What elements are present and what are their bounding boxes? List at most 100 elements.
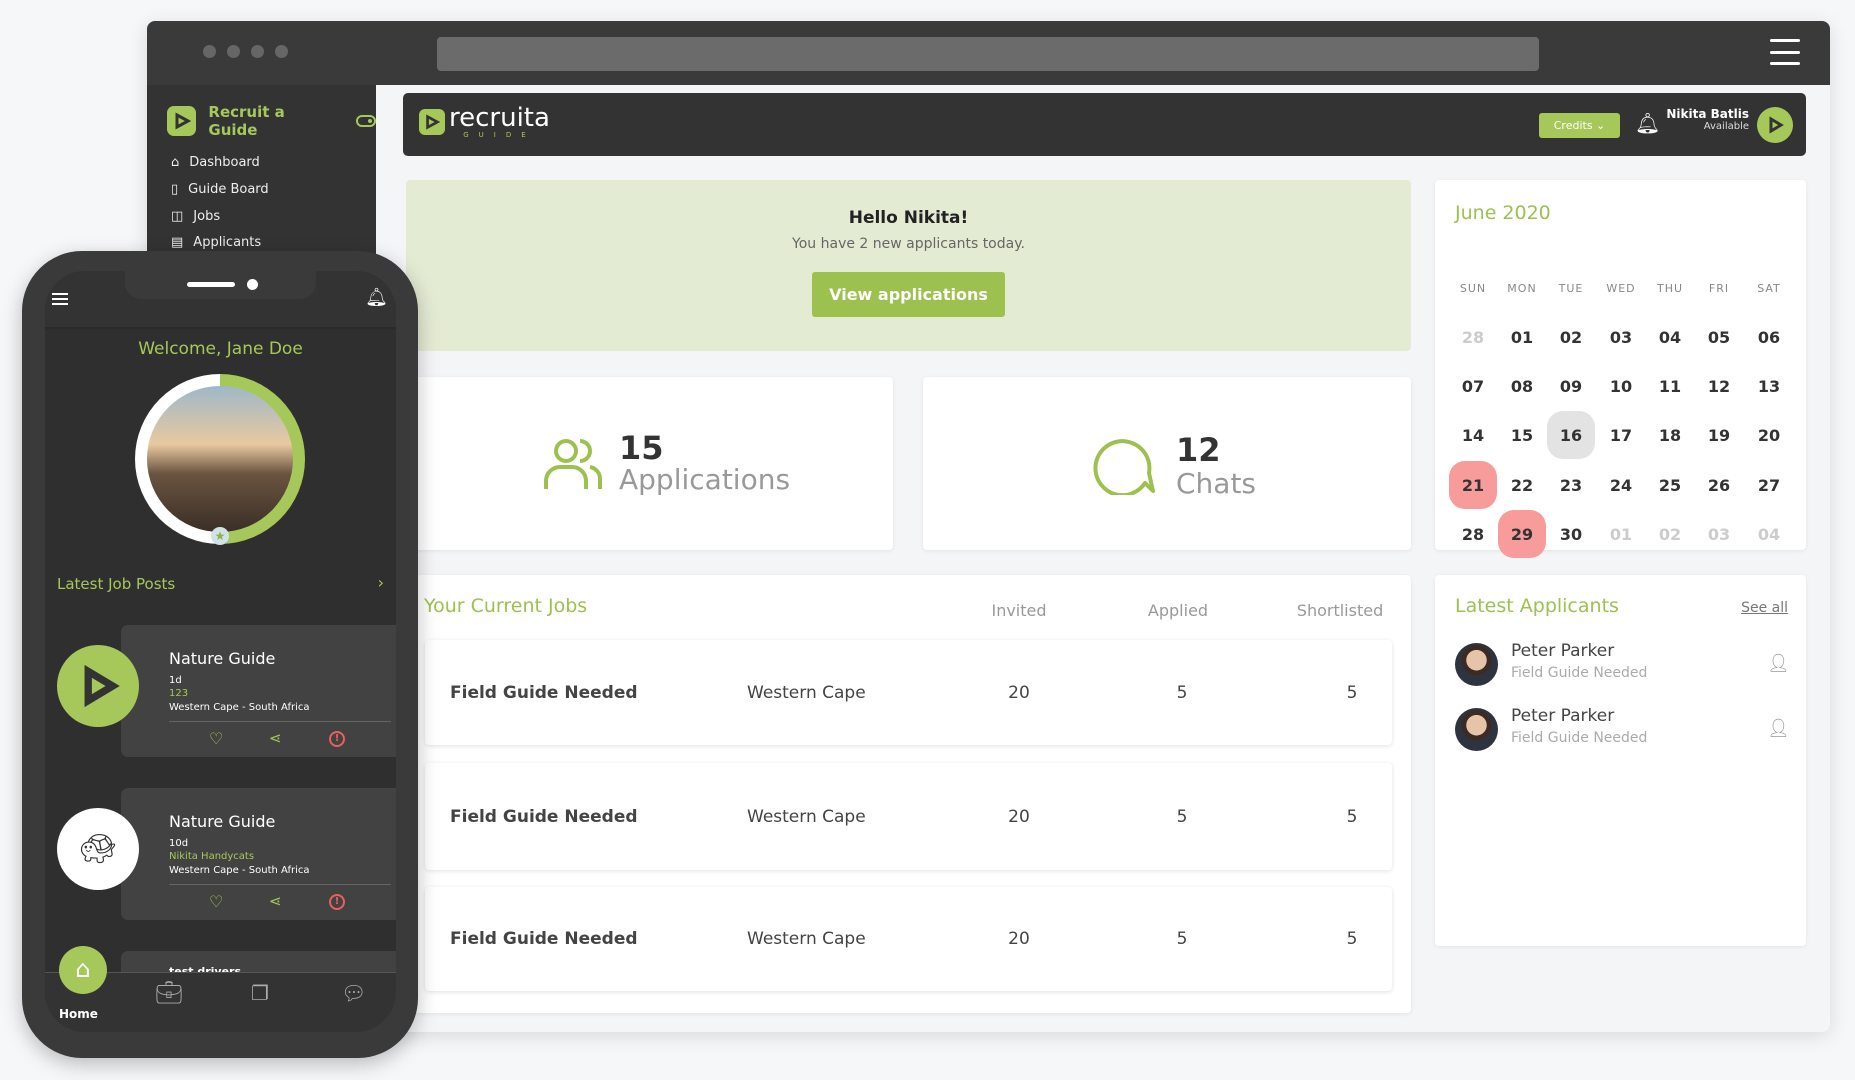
calendar-day[interactable]: 24	[1597, 461, 1645, 509]
toggle-icon[interactable]	[356, 115, 376, 127]
banner-subtitle: You have 2 new applicants today.	[792, 236, 1025, 252]
calendar-day[interactable]: 27	[1745, 461, 1793, 509]
logo-subtext: GUIDE	[463, 131, 536, 139]
applicant-item[interactable]: Peter Parker Field Guide Needed 👤︎	[1455, 641, 1790, 689]
heart-icon[interactable]: ♡	[209, 892, 223, 911]
calendar-day[interactable]: 02	[1646, 510, 1694, 558]
credits-label: Credits	[1553, 119, 1593, 132]
calendar-day[interactable]: 01	[1597, 510, 1645, 558]
calendar-day[interactable]: 05	[1695, 313, 1743, 361]
window-dot[interactable]	[227, 45, 240, 58]
report-icon[interactable]: !	[329, 731, 345, 747]
calendar-day[interactable]: 26	[1695, 461, 1743, 509]
user-info[interactable]: Nikita Batlis Available	[1663, 107, 1749, 132]
briefcase-icon: ◫	[171, 209, 184, 224]
calendar-day[interactable]: 16	[1547, 411, 1595, 459]
calendar-day[interactable]: 30	[1547, 510, 1595, 558]
calendar-day[interactable]: 19	[1695, 411, 1743, 459]
calendar-day[interactable]: 13	[1745, 362, 1793, 410]
calendar-day[interactable]: 28	[1449, 510, 1497, 558]
logo-icon	[167, 106, 197, 136]
calendar-day[interactable]: 02	[1547, 313, 1595, 361]
calendar-day[interactable]: 09	[1547, 362, 1595, 410]
heart-icon[interactable]: ♡	[209, 729, 223, 748]
hamburger-icon[interactable]	[52, 293, 68, 305]
recruita-logo[interactable]: recruita GUIDE	[419, 105, 550, 139]
sidebar-item-applicants[interactable]: ▤ Applicants	[171, 235, 261, 250]
window-dot[interactable]	[203, 45, 216, 58]
calendar-day[interactable]: 10	[1597, 362, 1645, 410]
sidebar-brand[interactable]: Recruit a Guide	[167, 103, 376, 139]
calendar-day[interactable]: 12	[1695, 362, 1743, 410]
applicant-item[interactable]: Peter Parker Field Guide Needed 👤︎	[1455, 706, 1790, 754]
calendar-day[interactable]: 23	[1547, 461, 1595, 509]
weekday-label: TUE	[1558, 282, 1584, 295]
latest-job-posts-heading[interactable]: Latest Job Posts	[57, 575, 175, 593]
address-bar[interactable]	[437, 37, 1539, 71]
profile-avatar[interactable]: ★	[135, 374, 305, 545]
weekday-label: SUN	[1459, 282, 1487, 295]
calendar-day[interactable]: 18	[1646, 411, 1694, 459]
sidebar-item-label: Guide Board	[188, 182, 269, 197]
sidebar-item-guide-board[interactable]: ▯ Guide Board	[171, 182, 269, 197]
calendar-day[interactable]: 17	[1597, 411, 1645, 459]
window-dot[interactable]	[251, 45, 264, 58]
calendar-day[interactable]: 21	[1449, 461, 1497, 509]
home-icon[interactable]: ⌂	[59, 946, 107, 994]
calendar-day[interactable]: 03	[1597, 313, 1645, 361]
job-post-card[interactable]: 🐢︎ Nature Guide 10d Nikita Handycats Wes…	[57, 788, 396, 920]
job-invited: 20	[1008, 682, 1030, 703]
sidebar-item-dashboard[interactable]: ⌂ Dashboard	[171, 155, 260, 170]
post-age: 1d	[169, 675, 182, 686]
calendar-day[interactable]: 20	[1745, 411, 1793, 459]
share-icon[interactable]: ⋖	[269, 729, 282, 747]
user-status: Available	[1703, 121, 1749, 132]
weekday-label: MON	[1507, 282, 1537, 295]
job-location: Western Cape	[747, 806, 866, 827]
job-post-card[interactable]: Nature Guide 1d 123 Western Cape - South…	[57, 625, 396, 757]
welcome-banner: Hello Nikita! You have 2 new applicants …	[406, 180, 1411, 351]
chat-icon	[1093, 433, 1155, 499]
calendar-day[interactable]: 15	[1498, 411, 1546, 459]
sidebar-item-jobs[interactable]: ◫ Jobs	[171, 209, 220, 224]
bell-icon[interactable]: 🔔︎	[1635, 111, 1660, 135]
calendar-day[interactable]: 06	[1745, 313, 1793, 361]
chevron-right-icon[interactable]: ›	[378, 573, 384, 592]
hamburger-icon[interactable]	[1770, 39, 1800, 65]
stat-card-applications[interactable]: 15 Applications	[414, 377, 893, 550]
users-icon	[542, 437, 604, 495]
calendar-day[interactable]: 04	[1745, 510, 1793, 558]
documents-icon[interactable]: ❐	[251, 981, 269, 1005]
user-check-icon[interactable]: 👤︎	[1767, 718, 1790, 739]
job-title: Field Guide Needed	[450, 682, 638, 703]
credits-dropdown[interactable]: Credits ⌄	[1539, 113, 1620, 138]
view-applications-button[interactable]: View applications	[812, 272, 1005, 317]
see-all-link[interactable]: See all	[1741, 600, 1788, 616]
job-row[interactable]: Field Guide Needed Western Cape 20 5 5	[425, 640, 1392, 745]
avatar[interactable]	[1757, 107, 1793, 143]
calendar-day[interactable]: 25	[1646, 461, 1694, 509]
job-row[interactable]: Field Guide Needed Western Cape 20 5 5	[425, 887, 1392, 991]
job-row[interactable]: Field Guide Needed Western Cape 20 5 5	[425, 763, 1392, 870]
bell-icon[interactable]: 🔔︎	[365, 287, 388, 308]
calendar-day[interactable]: 11	[1646, 362, 1694, 410]
banner-title: Hello Nikita!	[848, 208, 969, 228]
calendar-day[interactable]: 14	[1449, 411, 1497, 459]
share-icon[interactable]: ⋖	[269, 892, 282, 910]
calendar-day[interactable]: 29	[1498, 510, 1546, 558]
report-icon[interactable]: !	[329, 894, 345, 910]
stat-card-chats[interactable]: 12 Chats	[923, 377, 1411, 550]
calendar-day[interactable]: 08	[1498, 362, 1546, 410]
calendar-day[interactable]: 01	[1498, 313, 1546, 361]
calendar-day[interactable]: 03	[1695, 510, 1743, 558]
calendar-day[interactable]: 28	[1449, 313, 1497, 361]
nav-home-label[interactable]: Home	[59, 1007, 98, 1021]
window-dot[interactable]	[275, 45, 288, 58]
phone-screen: 🔔︎ Welcome, Jane Doe ★ Latest Job Posts …	[45, 271, 396, 1032]
briefcase-icon[interactable]: 💼︎	[155, 981, 183, 1006]
chat-icon[interactable]: 💬︎	[341, 981, 366, 1005]
user-check-icon[interactable]: 👤︎	[1767, 653, 1790, 674]
calendar-day[interactable]: 22	[1498, 461, 1546, 509]
calendar-day[interactable]: 07	[1449, 362, 1497, 410]
calendar-day[interactable]: 04	[1646, 313, 1694, 361]
